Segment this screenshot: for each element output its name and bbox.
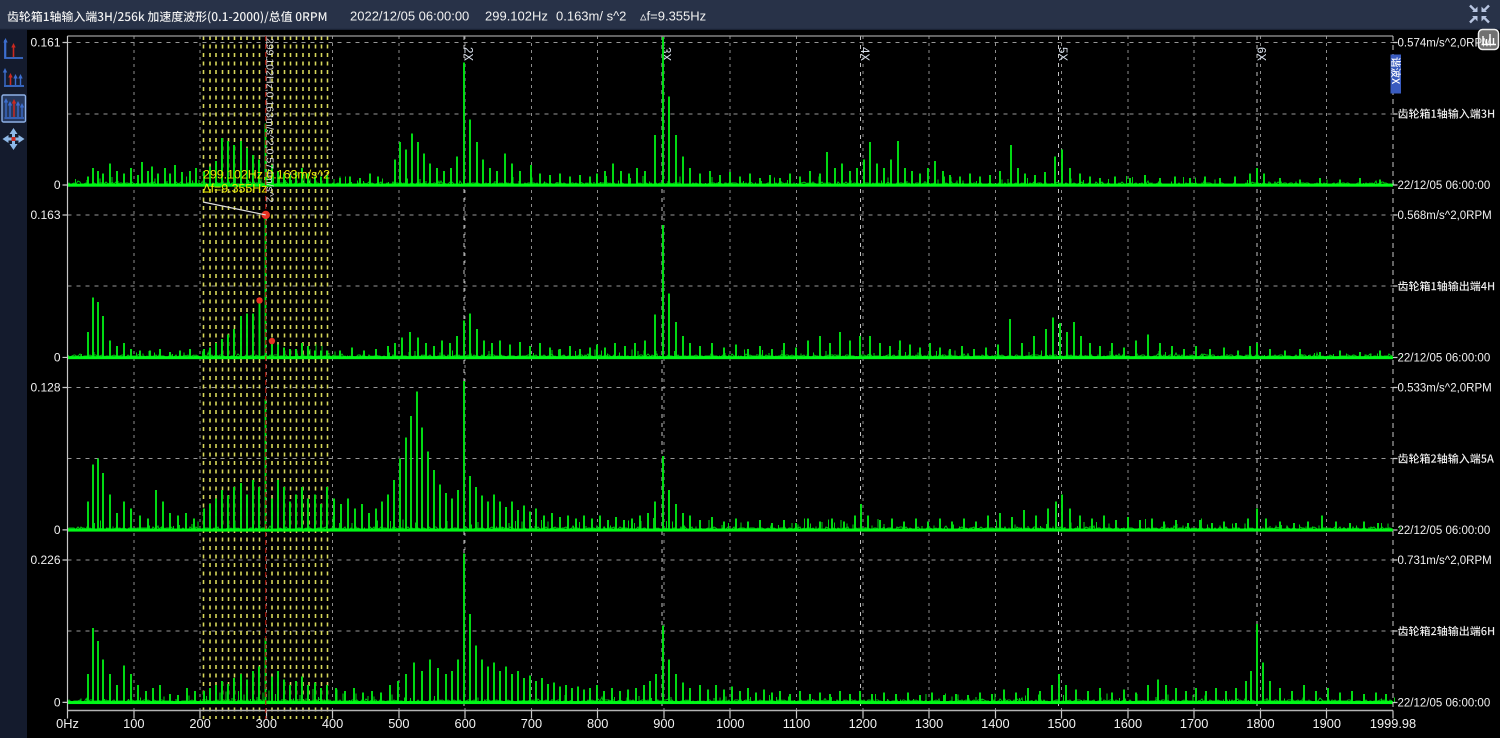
svg-text:22/12/05 06:00:00: 22/12/05 06:00:00 <box>1398 697 1491 709</box>
svg-text:3X: 3X <box>660 47 672 61</box>
svg-text:1100: 1100 <box>783 716 811 731</box>
svg-text:4X: 4X <box>858 47 870 61</box>
svg-text:1300: 1300 <box>915 716 943 731</box>
svg-text:1700: 1700 <box>1180 716 1208 731</box>
svg-text:22/12/05 06:00:00: 22/12/05 06:00:00 <box>1398 180 1491 192</box>
svg-text:1000: 1000 <box>716 716 744 731</box>
svg-text:0: 0 <box>54 178 61 192</box>
svg-text:1400: 1400 <box>981 716 1009 731</box>
svg-text:500: 500 <box>388 716 409 731</box>
svg-text:0.163m/ s^2: 0.163m/ s^2 <box>556 9 626 24</box>
svg-text:0: 0 <box>54 350 61 364</box>
svg-text:▵f=9.355Hz: ▵f=9.355Hz <box>640 9 706 24</box>
svg-text:0.161: 0.161 <box>30 36 60 50</box>
svg-text:0Hz: 0Hz <box>56 716 79 731</box>
svg-text:299.102Hz,0.163m/s^2: 299.102Hz,0.163m/s^2 <box>203 168 330 182</box>
svg-text:0.568m/s^2,0RPM: 0.568m/s^2,0RPM <box>1398 210 1492 222</box>
svg-text:900: 900 <box>653 716 674 731</box>
svg-text:5X: 5X <box>1056 47 1068 61</box>
svg-text:6X: 6X <box>1254 47 1266 61</box>
svg-text:1999.98: 1999.98 <box>1370 716 1416 731</box>
svg-text:22/12/05 06:00:00: 22/12/05 06:00:00 <box>1398 525 1491 537</box>
svg-text:600: 600 <box>454 716 475 731</box>
svg-text:0.163: 0.163 <box>30 208 60 222</box>
svg-text:0.128: 0.128 <box>30 380 60 394</box>
svg-text:2022/12/05 06:00:00: 2022/12/05 06:00:00 <box>350 9 469 24</box>
svg-text:1800: 1800 <box>1246 716 1274 731</box>
svg-text:0: 0 <box>54 695 61 709</box>
svg-text:1500: 1500 <box>1047 716 1075 731</box>
svg-text:2X: 2X <box>461 47 473 61</box>
svg-text:1200: 1200 <box>849 716 877 731</box>
svg-text:1600: 1600 <box>1114 716 1142 731</box>
svg-text:800: 800 <box>587 716 608 731</box>
svg-text:∆f=9.355Hz: ∆f=9.355Hz <box>203 182 267 196</box>
svg-text:0: 0 <box>54 523 61 537</box>
svg-text:1900: 1900 <box>1312 716 1340 731</box>
svg-text:100: 100 <box>123 716 144 731</box>
svg-text:0.533m/s^2,0RPM: 0.533m/s^2,0RPM <box>1398 382 1492 394</box>
svg-text:400: 400 <box>322 716 343 731</box>
svg-text:0.731m/s^2,0RPM: 0.731m/s^2,0RPM <box>1398 555 1492 567</box>
svg-text:200: 200 <box>189 716 210 731</box>
svg-text:0.574m/s^2,0RPM: 0.574m/s^2,0RPM <box>1398 38 1492 50</box>
svg-text:0.226: 0.226 <box>30 553 60 567</box>
svg-text:22/12/05 06:00:00: 22/12/05 06:00:00 <box>1398 352 1491 364</box>
svg-text:700: 700 <box>521 716 542 731</box>
svg-text:299.102Hz: 299.102Hz <box>485 9 548 24</box>
